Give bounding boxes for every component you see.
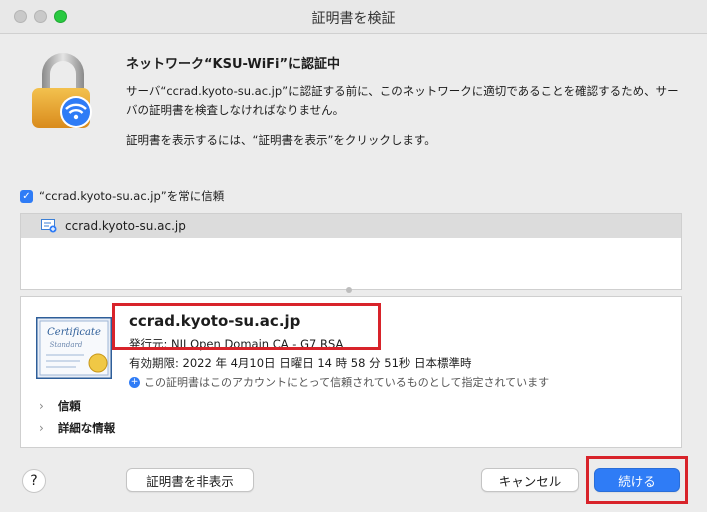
- cancel-button[interactable]: キャンセル: [481, 468, 579, 492]
- certificate-trust-status: + この証明書はこのアカウントにとって信頼されているものとして指定されています: [129, 374, 549, 390]
- trust-section-toggle[interactable]: › 信頼: [39, 398, 81, 414]
- dialog-heading: ネットワーク“KSU-WiFi”に認証中: [126, 57, 341, 72]
- chain-item-label: ccrad.kyoto-su.ac.jp: [65, 219, 186, 233]
- lock-wifi-icon: [32, 53, 92, 128]
- certificate-expiry: 有効期限: 2022 年 4月10日 日曜日 14 時 58 分 51秒 日本標…: [129, 356, 472, 370]
- explanation-text: サーバ“ccrad.kyoto-su.ac.jp”に認証する前に、このネットワー…: [126, 84, 679, 117]
- trust-status-text: この証明書はこのアカウントにとって信頼されているものとして指定されています: [144, 376, 550, 389]
- highlight-box-continue: [586, 456, 688, 504]
- certificate-icon: Certificate Standard: [36, 317, 112, 379]
- details-section-label: 詳細な情報: [57, 421, 116, 435]
- help-button[interactable]: ?: [22, 469, 46, 493]
- split-view-divider-handle[interactable]: [346, 287, 352, 293]
- always-trust-label: “ccrad.kyoto-su.ac.jp”を常に信頼: [39, 189, 225, 203]
- title-bar: 証明書を検証: [0, 0, 707, 34]
- chevron-right-icon: ›: [39, 421, 44, 435]
- chain-item-selected[interactable]: ccrad.kyoto-su.ac.jp: [21, 214, 681, 238]
- window-title: 証明書を検証: [311, 11, 396, 27]
- certificate-chain-list[interactable]: ccrad.kyoto-su.ac.jp: [20, 213, 682, 290]
- instruction-text: 証明書を表示するには、“証明書を表示”をクリックします。: [126, 133, 436, 147]
- always-trust-checkbox[interactable]: ✓ “ccrad.kyoto-su.ac.jp”を常に信頼: [20, 188, 224, 204]
- trust-section-label: 信頼: [57, 399, 81, 413]
- chevron-right-icon: ›: [39, 399, 44, 413]
- hide-certificate-button[interactable]: 証明書を非表示: [126, 468, 254, 492]
- trusted-plus-icon: +: [129, 376, 140, 388]
- svg-text:Standard: Standard: [50, 341, 83, 349]
- highlight-box-certificate-name: [112, 303, 381, 350]
- details-section-toggle[interactable]: › 詳細な情報: [39, 420, 115, 436]
- svg-text:Certificate: Certificate: [47, 327, 101, 338]
- certificate-small-icon: [41, 219, 57, 233]
- checkmark-icon[interactable]: ✓: [20, 189, 33, 203]
